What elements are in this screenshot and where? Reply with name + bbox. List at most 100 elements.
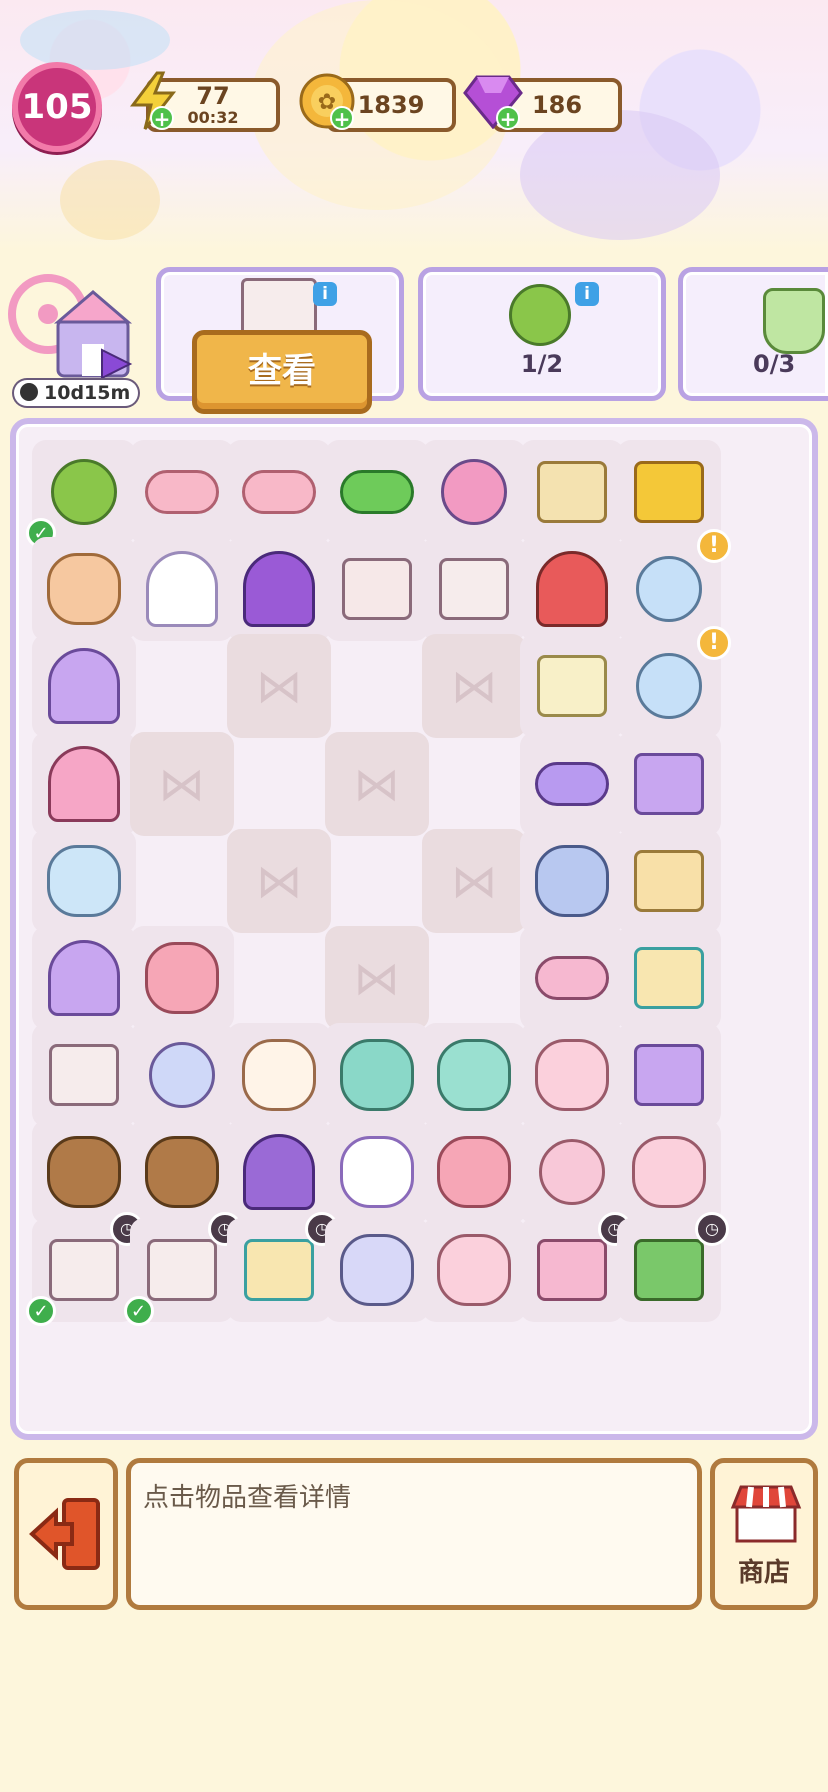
shop-button[interactable]: 商店 — [710, 1458, 818, 1610]
level-value: 105 — [21, 87, 93, 127]
drawer-icon — [341, 558, 412, 621]
board-item-candy[interactable] — [324, 440, 429, 544]
ferris-wheel-icon — [441, 459, 507, 525]
bow-icon: ⋈ — [256, 853, 302, 908]
board-item-dresser-tall[interactable]: ✓ ◷ — [123, 1211, 242, 1326]
add-gems-button[interactable]: + — [496, 106, 520, 130]
dresser-tall-icon — [49, 1238, 119, 1301]
board-item-candy-jar[interactable] — [32, 828, 136, 933]
puppy-plush-icon — [242, 1039, 316, 1112]
exit-button[interactable] — [14, 1458, 118, 1610]
glass-jar-icon — [636, 556, 702, 623]
blush-compact-icon — [634, 1044, 704, 1107]
board-item-cabinet-small[interactable] — [422, 537, 526, 642]
board-item-purple-outfit[interactable] — [227, 1120, 331, 1225]
board-item-tofu-block[interactable] — [519, 440, 624, 544]
quest-card-2[interactable]: i 1/2 — [418, 267, 666, 401]
bow-icon: ⋈ — [353, 756, 400, 811]
energy-value: 77 — [196, 82, 230, 110]
board-item-unicorn-plush[interactable] — [324, 1120, 429, 1225]
board-item-roll-cake[interactable] — [227, 440, 331, 544]
board-item-glass-jar[interactable]: ! — [617, 529, 731, 642]
board-item-carousel[interactable] — [519, 537, 624, 642]
board-item-carousel-cups[interactable] — [32, 537, 136, 642]
board-item-powder-puff[interactable] — [519, 1120, 624, 1225]
strawberry-drink-icon — [437, 1233, 511, 1306]
board-item-hand-mirror[interactable] — [129, 1023, 234, 1128]
quest-progress: 1/2 — [520, 350, 564, 378]
dresser-tall-icon — [146, 1238, 217, 1301]
wedding-dress-icon — [145, 551, 218, 628]
bow-icon: ⋈ — [256, 659, 302, 714]
board-item-puppy-plush[interactable] — [227, 1023, 331, 1128]
board-item-ferris-wheel[interactable] — [422, 440, 526, 544]
board-item-bunny-plush[interactable] — [422, 1120, 526, 1225]
info-icon[interactable]: i — [313, 282, 337, 306]
empty-cell — [325, 634, 429, 738]
pink-bed-icon — [536, 1238, 607, 1301]
info-icon[interactable]: i — [575, 282, 599, 306]
roll-cake-icon — [144, 470, 219, 514]
strawberry-drink-icon — [534, 1039, 609, 1112]
add-coins-button[interactable]: + — [330, 106, 354, 130]
board-item-purple-gown[interactable] — [32, 926, 136, 1030]
cosmetics-icon — [534, 844, 609, 917]
board-item-drawer[interactable] — [324, 537, 429, 642]
board-item-gift-box[interactable] — [617, 926, 721, 1030]
board-item-glass-jar[interactable]: ! — [617, 626, 731, 739]
purple-skirt-icon — [243, 551, 315, 628]
alert-bubble-icon: ! — [697, 626, 731, 661]
candy-jar-icon — [47, 844, 121, 917]
board-item-roll-cake[interactable] — [129, 440, 234, 544]
board-item-dresser-tall[interactable]: ✓ ◷ — [26, 1211, 144, 1326]
locked-cell: ⋈ — [227, 634, 331, 739]
board-item-energy-jar[interactable] — [324, 1217, 429, 1322]
board-item-castle[interactable] — [32, 731, 136, 836]
board-item-strawberry-drink[interactable] — [422, 1217, 526, 1322]
tofu-block-icon — [536, 461, 607, 523]
locked-cell: ⋈ — [324, 731, 429, 836]
board-item-cosmetics[interactable] — [519, 828, 624, 933]
clock-icon — [20, 383, 38, 401]
powder-puff-icon — [538, 1139, 605, 1206]
board-item-blush-compact[interactable] — [617, 1023, 721, 1128]
board-item-foundation[interactable] — [617, 828, 721, 933]
roll-cake-icon — [242, 470, 316, 514]
level-badge[interactable]: 105 — [12, 62, 102, 152]
purple-outfit-icon — [243, 1134, 315, 1211]
board-item-pink-bed[interactable]: ◷ — [519, 1211, 632, 1322]
board-item-scroll-card[interactable] — [617, 440, 721, 544]
board-item-strawberry-drink[interactable] — [519, 1023, 624, 1128]
board-item-elephant-plush[interactable] — [324, 1023, 429, 1128]
board-item-teddy-bear[interactable] — [32, 1120, 136, 1225]
board-item-teddy-bear[interactable] — [129, 1120, 234, 1225]
scroll-card-icon — [634, 461, 704, 523]
bow-icon: ⋈ — [353, 951, 400, 1005]
board-item-makeup-brushes[interactable] — [519, 731, 624, 836]
board-item-bunny-plush[interactable] — [129, 926, 234, 1030]
board-item-lollipop[interactable]: ✓ — [26, 440, 136, 548]
gems-value: 186 — [531, 91, 583, 119]
gift-box-icon — [244, 1238, 314, 1301]
basket-decoration — [60, 160, 160, 240]
add-energy-button[interactable]: + — [150, 106, 174, 130]
board-item-ticket[interactable] — [519, 634, 624, 739]
dresser-icon — [49, 1044, 119, 1107]
board-item-lint-roller[interactable] — [519, 926, 624, 1030]
quest-card-3[interactable]: 0/3 — [678, 267, 828, 401]
empty-cell — [227, 926, 331, 1030]
board-item-purple-skirt[interactable] — [227, 537, 331, 642]
board-item-purple-gown[interactable] — [32, 634, 136, 739]
board-item-dresser[interactable] — [32, 1023, 136, 1128]
bow-icon: ⋈ — [158, 756, 205, 811]
board-item-strawberry-drink[interactable] — [617, 1120, 721, 1225]
view-button[interactable]: 查看 — [192, 330, 372, 414]
board-item-gift-box[interactable]: ◷ — [227, 1211, 339, 1322]
board-item-wedding-dress[interactable] — [129, 537, 234, 642]
board-item-toy-house[interactable]: ◷ — [617, 1211, 729, 1322]
board-item-blush-compact[interactable] — [617, 731, 721, 836]
lollipop-icon — [509, 284, 571, 346]
shop-label: 商店 — [737, 1558, 790, 1588]
board-item-seal-plush[interactable] — [422, 1023, 526, 1128]
strawberry-drink-icon — [632, 1136, 706, 1209]
